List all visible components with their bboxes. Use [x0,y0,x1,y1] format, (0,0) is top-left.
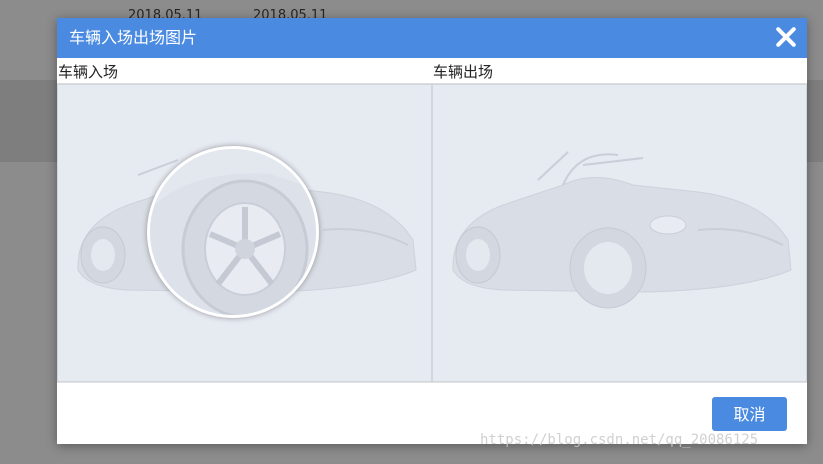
vehicle-images-dialog: 车辆入场出场图片 车辆入场 车辆出场 取消 [57,18,807,444]
entry-image-label: 车辆入场 [58,63,119,81]
cancel-button[interactable]: 取消 [712,397,787,431]
exit-image-label: 车辆出场 [433,63,494,81]
magnified-wheel-image [150,149,316,315]
watermark-text: https://blog.csdn.net/qq_20086125 [480,432,759,448]
entry-image-panel[interactable] [57,84,432,382]
image-panels [57,84,807,382]
close-icon[interactable] [775,26,797,48]
panel-labels: 车辆入场 车辆出场 [57,58,807,84]
exit-image-panel[interactable] [432,84,807,382]
dialog-header: 车辆入场出场图片 [57,18,807,58]
car-image [452,151,792,309]
magnifier-lens[interactable] [147,146,319,318]
dialog-title: 车辆入场出场图片 [69,28,198,47]
dialog-footer-divider [57,382,807,383]
